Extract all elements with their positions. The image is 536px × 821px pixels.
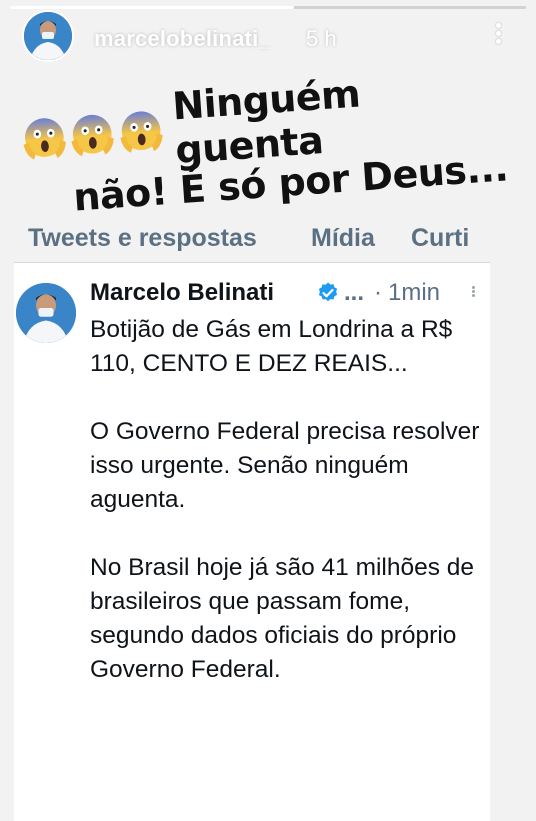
- story-progress-fill: [10, 6, 294, 9]
- story-progress-bar: [10, 6, 526, 9]
- name-truncation: ...: [344, 279, 365, 306]
- tweet-paragraph: O Governo Federal precisa resolver isso …: [90, 418, 480, 513]
- tweet-timestamp[interactable]: 1min: [388, 279, 440, 307]
- scream-emoji: [23, 118, 66, 160]
- scream-emoji: [71, 114, 115, 157]
- avatar-portrait: [24, 12, 72, 60]
- tweet-avatar[interactable]: [16, 283, 76, 343]
- meta-separator: ·: [374, 279, 382, 306]
- tweet-text: Botijão de Gás em Londrina a R$ 110, CEN…: [90, 313, 480, 721]
- story-avatar[interactable]: [22, 10, 74, 62]
- story-caption: Ninguém guenta não! É só por Deus...: [18, 61, 516, 223]
- story-username[interactable]: marcelobelinati_: [94, 26, 271, 52]
- avatar-portrait: [16, 283, 76, 343]
- verified-badge-icon: [318, 282, 338, 302]
- profile-tabs: Tweets e respostas Mídia Curti: [0, 220, 536, 260]
- tweet-paragraph: No Brasil hoje já são 41 milhões de bras…: [90, 554, 475, 683]
- tab-media[interactable]: Mídia: [311, 224, 375, 253]
- tweet-paragraph: Botijão de Gás em Londrina a R$ 110, CEN…: [90, 316, 453, 377]
- more-options-icon[interactable]: [490, 20, 506, 54]
- scream-emoji: [120, 111, 163, 153]
- tab-likes[interactable]: Curti: [411, 224, 481, 253]
- story-timestamp: 5 h: [306, 26, 337, 51]
- tweet-author-name[interactable]: Marcelo Belinati: [90, 279, 274, 307]
- tweet-more-icon[interactable]: [470, 285, 476, 301]
- tweet-card[interactable]: Marcelo Belinati ... · 1min Botijão de G…: [14, 262, 490, 821]
- tab-tweets-replies[interactable]: Tweets e respostas: [28, 224, 257, 253]
